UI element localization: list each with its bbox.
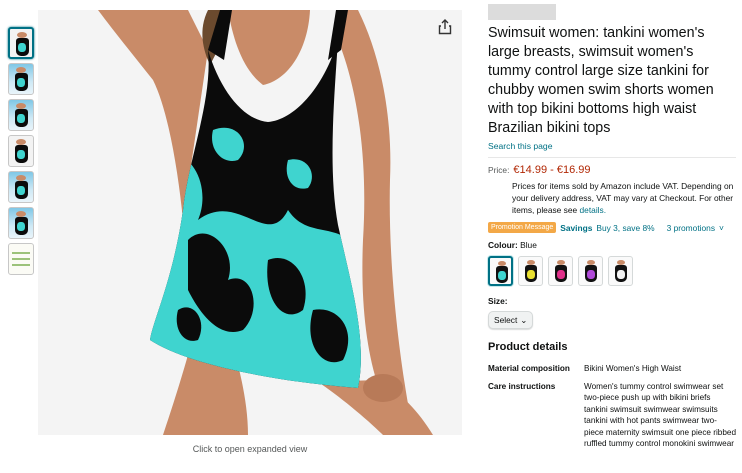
price-value: €14.99 - €16.99	[513, 164, 591, 176]
thumbnail-2[interactable]	[8, 63, 34, 95]
savings-text: Buy 3, save 8%	[596, 222, 655, 233]
size-dropdown[interactable]: Select ⌄	[488, 311, 534, 329]
size-select-value: Select	[494, 315, 518, 325]
thumbnail-4[interactable]	[8, 135, 34, 167]
thumbnail-1[interactable]	[8, 27, 34, 59]
main-product-image[interactable]	[38, 10, 462, 435]
details-key: Material composition	[488, 364, 570, 373]
thumbnail-6[interactable]	[8, 207, 34, 239]
promo-badge: Promotion Message	[488, 222, 557, 233]
swimsuit-model-illustration	[98, 10, 433, 435]
swatch-yellow[interactable]	[518, 256, 543, 286]
colour-label: Colour: Blue	[488, 240, 537, 250]
swatch-white[interactable]	[608, 256, 633, 286]
promotions-link[interactable]: 3 promotions	[667, 223, 715, 233]
vat-text: Prices for items sold by Amazon include …	[512, 181, 734, 215]
price-label: Price:	[488, 165, 510, 175]
product-title: Swimsuit women: tankini women's large br…	[488, 25, 714, 136]
thumbnail-7[interactable]	[8, 243, 34, 275]
chevron-down-icon: ⌄	[520, 315, 528, 325]
details-value: Women's tummy control swimwear set two-p…	[584, 381, 736, 449]
product-details-heading: Product details	[488, 341, 568, 353]
swatch-blue[interactable]	[488, 256, 513, 286]
chevron-down-icon[interactable]: ˅	[719, 223, 724, 233]
brand-placeholder	[488, 4, 556, 20]
colour-swatches	[488, 256, 736, 286]
details-row: Care instructions Women's tummy control …	[488, 381, 736, 450]
divider	[488, 157, 736, 158]
details-key: Care instructions	[488, 381, 556, 391]
colour-value: Blue	[520, 240, 537, 250]
search-page-link[interactable]: Search this page	[488, 141, 736, 151]
promo-row: Promotion Message Savings Buy 3, save 8%…	[488, 222, 736, 233]
swatch-purple[interactable]	[578, 256, 603, 286]
thumbnail-3[interactable]	[8, 99, 34, 131]
details-row: Material composition Bikini Women's High…	[488, 363, 736, 375]
thumbnail-list	[8, 27, 34, 279]
size-label: Size:	[488, 296, 508, 306]
share-icon[interactable]	[436, 18, 454, 36]
savings-label: Savings	[560, 222, 593, 233]
vat-info: Prices for items sold by Amazon include …	[512, 180, 736, 216]
details-value: Bikini Women's High Waist	[584, 364, 682, 373]
product-info: Swimsuit women: tankini women's large br…	[488, 4, 736, 456]
vat-details-link[interactable]: details.	[580, 205, 607, 215]
thumbnail-5[interactable]	[8, 171, 34, 203]
price-row: Price: €14.99 - €16.99	[488, 164, 736, 176]
swatch-pink[interactable]	[548, 256, 573, 286]
product-details-table: Material composition Bikini Women's High…	[488, 363, 736, 450]
expand-view-caption: Click to open expanded view	[192, 444, 308, 454]
